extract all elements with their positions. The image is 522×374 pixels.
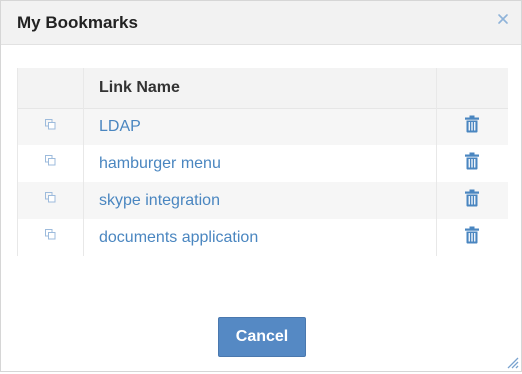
bookmarks-dialog: My Bookmarks Link Name LDAP hamburger men… <box>0 0 522 372</box>
table-row: LDAP <box>17 108 508 145</box>
bookmarks-table: Link Name LDAP hamburger menu skype integr… <box>17 68 508 256</box>
table-row: documents application <box>17 219 508 256</box>
column-header-link-name: Link Name <box>83 68 437 108</box>
resize-grip-icon[interactable] <box>503 353 519 369</box>
cancel-button[interactable]: Cancel <box>218 317 306 357</box>
delete-cell <box>436 219 508 256</box>
copy-cell <box>17 182 84 219</box>
column-header-delete <box>436 68 508 108</box>
bookmark-link[interactable]: LDAP <box>99 118 141 135</box>
table-header-row: Link Name <box>17 68 508 108</box>
dialog-header: My Bookmarks <box>1 1 521 45</box>
table-row: skype integration <box>17 182 508 219</box>
link-name-cell: skype integration <box>83 182 437 219</box>
copy-icon[interactable] <box>44 154 57 172</box>
table-row: hamburger menu <box>17 145 508 182</box>
copy-cell <box>17 145 84 182</box>
copy-icon[interactable] <box>44 118 57 136</box>
copy-cell <box>17 219 84 256</box>
trash-icon[interactable] <box>464 226 480 249</box>
close-icon[interactable] <box>496 12 510 26</box>
bookmark-link[interactable]: skype integration <box>99 192 220 209</box>
link-name-cell: hamburger menu <box>83 145 437 182</box>
delete-cell <box>436 145 508 182</box>
column-header-copy <box>17 68 84 108</box>
delete-cell <box>436 108 508 145</box>
dialog-title: My Bookmarks <box>17 13 138 32</box>
trash-icon[interactable] <box>464 115 480 138</box>
link-name-cell: documents application <box>83 219 437 256</box>
bookmark-link[interactable]: hamburger menu <box>99 155 221 172</box>
trash-icon[interactable] <box>464 189 480 212</box>
trash-icon[interactable] <box>464 152 480 175</box>
copy-cell <box>17 108 84 145</box>
delete-cell <box>436 182 508 219</box>
copy-icon[interactable] <box>44 228 57 246</box>
link-name-cell: LDAP <box>83 108 437 145</box>
copy-icon[interactable] <box>44 191 57 209</box>
bookmark-link[interactable]: documents application <box>99 229 258 246</box>
